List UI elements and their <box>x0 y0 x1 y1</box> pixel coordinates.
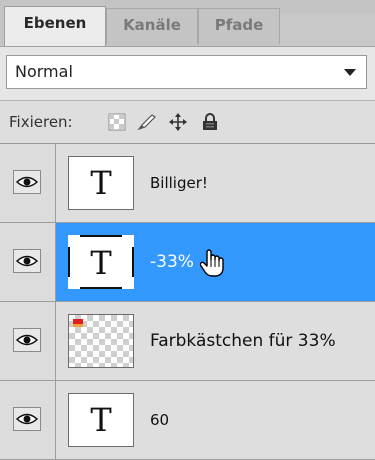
layer-row-billiger[interactable]: T Billiger! <box>0 144 375 223</box>
text-layer-thumbnail: T <box>68 235 134 289</box>
lock-all-icon[interactable] <box>202 113 220 131</box>
panel-tab-bar: Ebenen Kanäle Pfade <box>0 0 375 47</box>
lock-position-icon[interactable] <box>169 113 187 131</box>
pixel-layer-thumbnail <box>68 314 134 368</box>
tab-pfade[interactable]: Pfade <box>198 8 280 44</box>
blend-mode-dropdown[interactable]: Normal <box>6 55 367 89</box>
layer-name: -33% <box>150 252 194 272</box>
layers-panel: Ebenen Kanäle Pfade Normal Fixieren: T B… <box>0 0 375 460</box>
lock-row: Fixieren: <box>0 100 375 144</box>
hand-cursor-icon <box>199 248 226 282</box>
thumbnail-corner <box>122 277 134 289</box>
layer-name: Billiger! <box>150 174 208 192</box>
lock-transparent-pixels-icon[interactable] <box>108 113 126 131</box>
eye-icon[interactable] <box>13 170 41 194</box>
blend-toolbar: Normal <box>0 47 375 100</box>
thumbnail-glyph: T <box>90 244 112 282</box>
eye-icon[interactable] <box>13 407 41 431</box>
thumbnail-corner <box>122 235 134 247</box>
lock-image-pixels-icon[interactable] <box>137 113 156 131</box>
layer-row-60[interactable]: T 60 <box>0 381 375 460</box>
eye-icon[interactable] <box>13 249 41 273</box>
visibility-cell <box>0 302 56 380</box>
tab-ebenen[interactable]: Ebenen <box>4 6 106 47</box>
thumbnail-corner <box>68 277 80 289</box>
color-swatch <box>73 324 83 327</box>
thumbnail-corner <box>68 235 80 247</box>
layer-row-farbkaestchen[interactable]: Farbkästchen für 33% <box>0 302 375 381</box>
chevron-down-icon <box>344 69 356 76</box>
layer-row-minus-33[interactable]: T -33% <box>0 223 375 302</box>
lock-label: Fixieren: <box>9 113 73 131</box>
tab-kanale[interactable]: Kanäle <box>106 8 198 44</box>
text-layer-thumbnail: T <box>68 156 134 210</box>
tab-bar-filler <box>280 14 375 47</box>
visibility-cell <box>0 381 56 459</box>
layers-list: T Billiger! T -33% Farbkästchen für 33% … <box>0 144 375 460</box>
visibility-cell <box>0 144 56 222</box>
visibility-cell <box>0 223 56 301</box>
eye-icon[interactable] <box>13 328 41 352</box>
blend-mode-value: Normal <box>15 62 73 81</box>
layer-name: 60 <box>150 411 170 429</box>
layer-name: Farbkästchen für 33% <box>150 331 336 351</box>
